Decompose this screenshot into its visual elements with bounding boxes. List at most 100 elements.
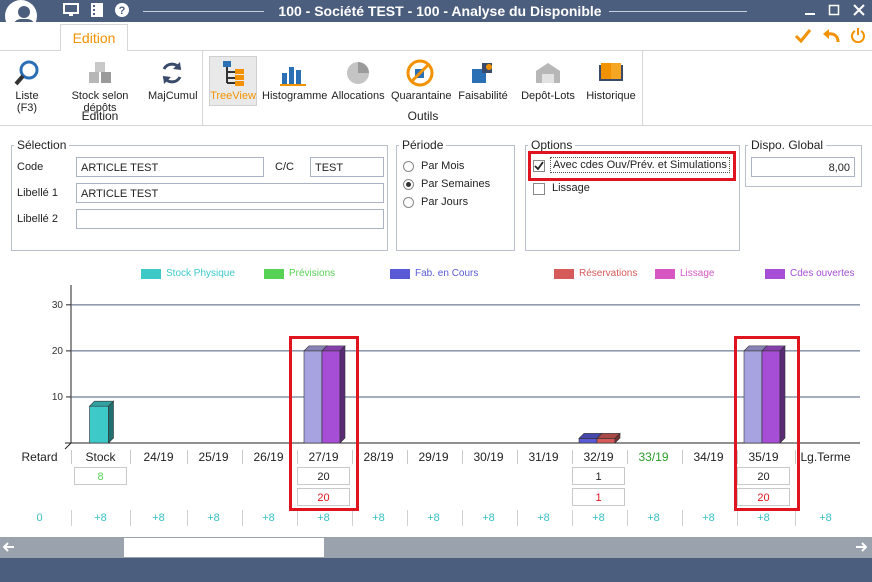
legend-swatch-previsions bbox=[264, 269, 284, 279]
monitor-icon[interactable] bbox=[62, 2, 80, 20]
status-bar bbox=[0, 558, 872, 582]
power-icon[interactable] bbox=[848, 27, 868, 47]
search-icon bbox=[13, 59, 41, 87]
checkbox-cdes-ouvertes[interactable] bbox=[533, 160, 545, 172]
radio-par-mois[interactable] bbox=[403, 161, 414, 172]
majcumul-button[interactable]: MajCumul bbox=[148, 57, 198, 105]
cumulative-separator bbox=[70, 510, 72, 526]
maximize-button[interactable] bbox=[824, 1, 844, 21]
depot-lots-button[interactable]: Depôt-Lots bbox=[518, 57, 578, 105]
libelle1-label: Libellé 1 bbox=[17, 187, 58, 199]
cumulative-separator bbox=[241, 510, 243, 526]
code-label: Code bbox=[17, 161, 44, 173]
validate-check-icon[interactable] bbox=[793, 27, 813, 47]
cumulative-value: +8 bbox=[262, 512, 275, 524]
libelle1-input[interactable]: ARTICLE TEST bbox=[76, 183, 384, 203]
value-box: 1 bbox=[572, 467, 625, 485]
liste-button[interactable]: Liste (F3) bbox=[4, 57, 50, 114]
pie-icon bbox=[344, 59, 372, 87]
histogramme-button[interactable]: Histogramme bbox=[262, 57, 327, 105]
cumulative-separator bbox=[186, 510, 188, 526]
bar-32-19-fab-en-cours bbox=[578, 438, 598, 444]
feasibility-icon bbox=[469, 59, 497, 87]
legend-label-lissage: Lissage bbox=[680, 268, 715, 279]
cumulative-separator bbox=[461, 510, 463, 526]
cumulative-value: +8 bbox=[152, 512, 165, 524]
tab-edition[interactable]: Edition bbox=[60, 24, 128, 52]
dispo-global-value: 8,00 bbox=[751, 157, 855, 177]
legend-label-fab-en-cours: Fab. en Cours bbox=[415, 268, 479, 279]
refresh-icon bbox=[158, 59, 186, 87]
y-tick-label: 30 bbox=[52, 300, 64, 311]
historique-button[interactable]: Historique bbox=[584, 57, 638, 105]
group-label-edition: Edition bbox=[81, 109, 119, 123]
cumulative-separator bbox=[406, 510, 408, 526]
undo-arrow-icon[interactable] bbox=[821, 27, 841, 47]
title-divider-right bbox=[609, 11, 747, 12]
radio-label-par-semaines: Par Semaines bbox=[421, 178, 491, 190]
cumulative-value: +8 bbox=[537, 512, 550, 524]
cumulative-value: +8 bbox=[819, 512, 832, 524]
cumulative-value: +8 bbox=[482, 512, 495, 524]
checkbox-lissage[interactable] bbox=[533, 183, 545, 195]
cumulative-separator bbox=[571, 510, 573, 526]
boxes-icon bbox=[86, 59, 114, 87]
cumulative-separator bbox=[130, 510, 131, 526]
quarantine-icon bbox=[406, 59, 434, 87]
ribbon: Liste (F3) Stock selon dépôts MajCumul E… bbox=[0, 51, 872, 126]
legend-label-stock-physique: Stock Physique bbox=[166, 268, 235, 279]
stock-depots-button[interactable]: Stock selon dépôts bbox=[56, 57, 144, 114]
faisabilite-button[interactable]: Faisabilité bbox=[456, 57, 510, 105]
libelle2-input[interactable] bbox=[76, 209, 384, 229]
radio-label-par-jours: Par Jours bbox=[421, 196, 469, 208]
value-box: 8 bbox=[74, 467, 127, 485]
legend-swatch-stock-physique bbox=[141, 269, 161, 279]
legend-swatch-cdes-ouvertes bbox=[765, 269, 785, 279]
warehouse-icon bbox=[534, 59, 562, 87]
title-divider-left bbox=[143, 11, 264, 12]
scroll-left-arrow-icon[interactable] bbox=[2, 541, 15, 553]
bar-Stock-stock-physique bbox=[89, 405, 109, 444]
bar-32-19-r-servations bbox=[596, 438, 616, 444]
cumulative-value: +8 bbox=[592, 512, 605, 524]
legend-label-reservations: Réservations bbox=[579, 268, 638, 279]
y-tick-label: 10 bbox=[52, 392, 64, 403]
cumulative-separator bbox=[516, 510, 518, 526]
code-input[interactable]: ARTICLE TEST bbox=[76, 157, 264, 177]
legend-swatch-fab-en-cours bbox=[390, 269, 410, 279]
periode-legend: Période bbox=[399, 138, 447, 152]
axis-depth bbox=[64, 442, 72, 450]
checkbox-label-cdes-ouvertes: Avec cdes Ouv/Prév. et Simulations bbox=[550, 157, 730, 173]
film-icon[interactable] bbox=[88, 2, 106, 20]
histogram-icon bbox=[279, 59, 307, 87]
group-label-outils: Outils bbox=[407, 109, 439, 123]
scrollbar-thumb[interactable] bbox=[124, 538, 324, 557]
cumulative-separator bbox=[296, 510, 298, 526]
scroll-right-arrow-icon[interactable] bbox=[855, 541, 868, 553]
bar-Stock-stock-physique-side bbox=[108, 400, 114, 444]
cc-input[interactable]: TEST bbox=[310, 157, 384, 177]
close-button[interactable] bbox=[849, 1, 869, 21]
y-tick-label: 20 bbox=[52, 346, 64, 357]
ribbon-tab-row bbox=[0, 22, 872, 51]
highlight-box-week-35 bbox=[734, 336, 800, 511]
cumulative-value: +8 bbox=[427, 512, 440, 524]
options-legend: Options bbox=[528, 138, 576, 152]
help-icon[interactable]: ? bbox=[113, 2, 131, 20]
group-divider bbox=[642, 51, 643, 125]
radio-par-semaines[interactable] bbox=[403, 179, 414, 190]
minimize-button[interactable] bbox=[800, 1, 820, 21]
highlight-box-week-27 bbox=[289, 336, 359, 511]
quarantaine-button[interactable]: Quarantaine bbox=[391, 57, 452, 105]
cumulative-separator bbox=[681, 510, 683, 526]
cumulative-value: +8 bbox=[317, 512, 330, 524]
libelle2-label: Libellé 2 bbox=[17, 213, 58, 225]
cumulative-separator bbox=[626, 510, 628, 526]
cumulative-value: +8 bbox=[757, 512, 770, 524]
allocations-button[interactable]: Allocations bbox=[330, 57, 386, 105]
value-box: 1 bbox=[572, 488, 625, 506]
treeview-button[interactable]: TreeView bbox=[209, 56, 257, 106]
legend-label-previsions: Prévisions bbox=[289, 268, 336, 279]
radio-par-jours[interactable] bbox=[403, 197, 414, 208]
legend-swatch-reservations bbox=[554, 269, 574, 279]
